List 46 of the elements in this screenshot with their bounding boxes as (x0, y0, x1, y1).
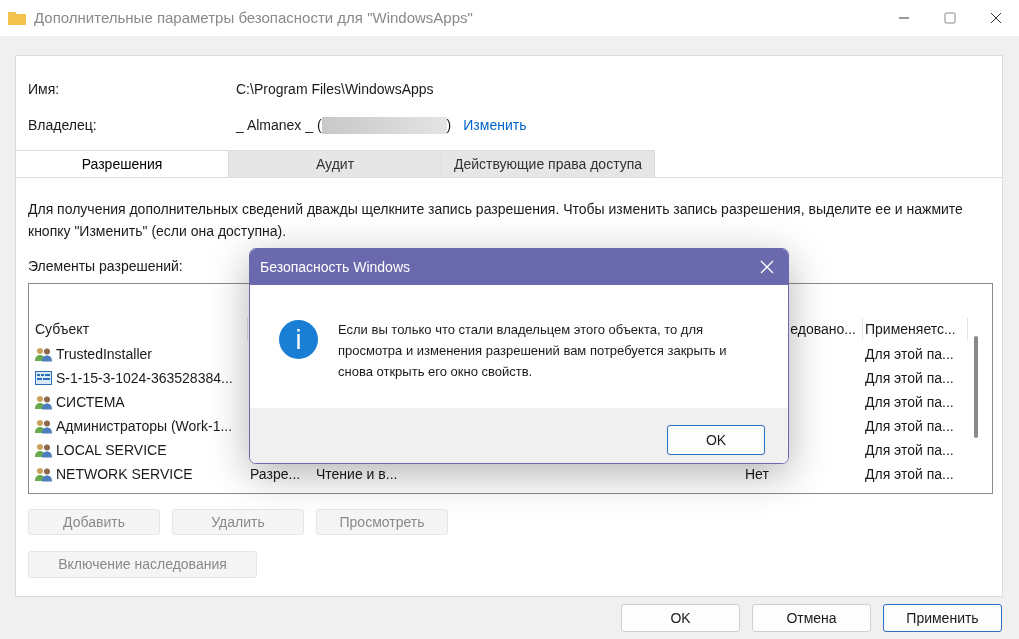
table-cell-text: Для этой па... (865, 344, 954, 364)
table-cell-text: Администраторы (Work-1... (56, 416, 233, 436)
scrollbar[interactable] (974, 336, 978, 438)
column-header[interactable]: Субъект (35, 318, 90, 340)
footer-button[interactable]: Отмена (752, 604, 871, 632)
close-icon[interactable] (760, 260, 774, 274)
tab[interactable]: Действующие права доступа (442, 150, 655, 177)
table-cell-text: Чтение и в... (316, 464, 398, 484)
table-cell-text: Нет (745, 464, 769, 484)
change-link[interactable]: Изменить (463, 114, 527, 136)
dialog-message: Если вы только что стали владельцем этого объекта, то для просмотра и изменения разрешений вам потребуется закрыть и снова открыть его окно свойств. (337, 321, 728, 381)
footer-button[interactable]: OK (621, 604, 740, 632)
info-icon (279, 320, 318, 359)
footer-button[interactable]: Применить (883, 604, 1002, 632)
field-value: _ Almanex _ ( (236, 115, 322, 135)
table-cell-text: СИСТЕМА (56, 392, 125, 412)
table-cell-text: S-1-15-3-1024-363528384... (56, 368, 233, 388)
info-text: Для получения дополнительных сведений дважды щелкните запись разрешения. Чтобы изменить запись разрешения, выделите ее и нажмите кнопку "Изменить" (если она доступна). (28, 200, 964, 241)
users-icon (35, 394, 52, 410)
table-cell-text: Для этой па... (865, 368, 954, 388)
table-cell-text: Разре... (250, 464, 301, 484)
folder-icon (8, 11, 26, 25)
table-cell-text: Для этой па... (865, 464, 954, 484)
users-icon (35, 346, 52, 362)
window-title: Дополнительные параметры безопасности для "WindowsApps" (34, 7, 473, 28)
table-cell-text: NETWORK SERVICE (56, 464, 193, 484)
dialog-title: Безопасность Windows (260, 257, 410, 277)
field-label: Имя: (28, 79, 61, 99)
field-value: ) (446, 115, 452, 135)
column-header[interactable]: Применяетс... (865, 318, 956, 340)
table-cell-text: LOCAL SERVICE (56, 440, 167, 460)
users-icon (35, 442, 52, 458)
table-cell-text: Для этой па... (865, 440, 954, 460)
table-cell-text: Для этой па... (865, 392, 954, 412)
table-cell-text: TrustedInstaller (56, 344, 152, 364)
tab[interactable]: Разрешения (16, 150, 229, 177)
users-icon (35, 418, 52, 434)
users-icon (35, 466, 52, 482)
list-label: Элементы разрешений: (28, 257, 183, 276)
dialog-ok-button[interactable]: OK (667, 425, 765, 455)
column-header[interactable]: едовано... (790, 318, 856, 340)
table-cell-text: Для этой па... (865, 416, 954, 436)
computer-icon (35, 371, 52, 385)
field-value: C:\Program Files\WindowsApps (236, 79, 434, 99)
tab[interactable]: Аудит (229, 150, 442, 177)
field-label: Владелец: (28, 115, 98, 135)
